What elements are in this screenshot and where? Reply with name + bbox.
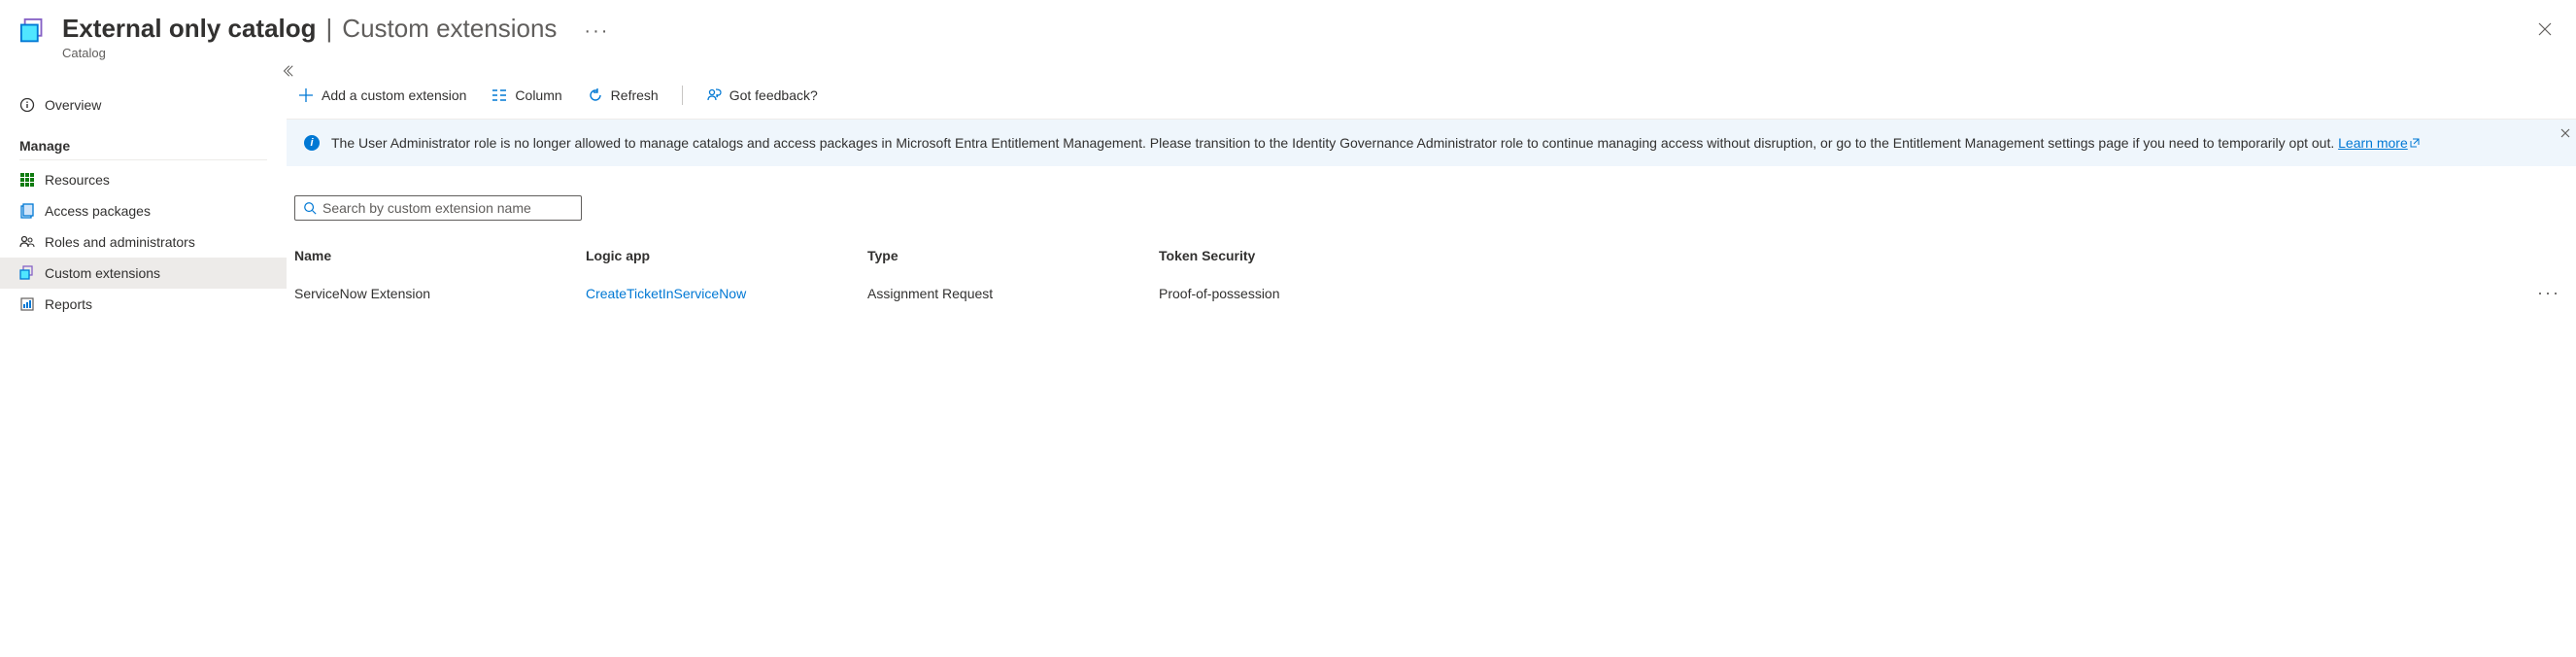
breadcrumb: Catalog [62, 46, 609, 60]
page-header: External only catalog | Custom extension… [0, 0, 2576, 66]
add-extension-button[interactable]: Add a custom extension [294, 84, 470, 107]
extensions-table: Name Logic app Type Token Security Servi… [287, 238, 2576, 313]
feedback-button[interactable]: Got feedback? [702, 84, 822, 107]
sidebar: Overview Manage Resources Access packag [0, 66, 287, 320]
report-icon [19, 296, 35, 312]
close-icon [2537, 24, 2553, 40]
title-separator: | [326, 14, 333, 44]
cell-type: Assignment Request [867, 286, 1159, 301]
table-row: ServiceNow Extension CreateTicketInServi… [294, 273, 2568, 313]
column-button[interactable]: Column [488, 84, 565, 107]
columns-icon [491, 87, 507, 103]
refresh-button[interactable]: Refresh [584, 84, 662, 107]
sidebar-item-label: Reports [45, 296, 92, 312]
more-actions-button[interactable]: ··· [584, 20, 609, 43]
page-title-bold: External only catalog [62, 14, 317, 44]
sidebar-item-label: Custom extensions [45, 265, 160, 281]
sidebar-item-label: Overview [45, 97, 101, 113]
sidebar-item-reports[interactable]: Reports [0, 289, 287, 320]
cell-logic-app-link[interactable]: CreateTicketInServiceNow [586, 286, 867, 301]
button-label: Refresh [611, 87, 659, 103]
toolbar-separator [682, 86, 683, 105]
sidebar-section-manage: Manage [19, 128, 267, 160]
info-icon [19, 97, 35, 113]
button-label: Got feedback? [729, 87, 818, 103]
external-link-icon [2408, 135, 2420, 151]
collapse-sidebar-button[interactable] [281, 64, 294, 81]
banner-text: The User Administrator role is no longer… [331, 133, 2420, 153]
search-box[interactable] [294, 195, 582, 221]
sidebar-item-label: Resources [45, 172, 110, 188]
col-header-name[interactable]: Name [294, 248, 586, 263]
table-header-row: Name Logic app Type Token Security [294, 238, 2568, 273]
sidebar-item-label: Access packages [45, 203, 151, 219]
search-icon [303, 201, 317, 215]
sidebar-item-access-packages[interactable]: Access packages [0, 195, 287, 226]
sidebar-item-resources[interactable]: Resources [0, 164, 287, 195]
sidebar-item-custom-extensions[interactable]: Custom extensions [0, 258, 287, 289]
close-button[interactable] [2533, 17, 2557, 44]
button-label: Column [515, 87, 561, 103]
dismiss-banner-button[interactable] [2560, 125, 2570, 141]
sidebar-item-label: Roles and administrators [45, 234, 195, 250]
main-content: Add a custom extension Column Refresh [287, 66, 2576, 320]
people-icon [19, 234, 35, 250]
search-input[interactable] [322, 200, 573, 216]
learn-more-link[interactable]: Learn more [2338, 135, 2420, 151]
col-header-logic-app[interactable]: Logic app [586, 248, 867, 263]
sidebar-item-overview[interactable]: Overview [0, 89, 287, 121]
grid-icon [19, 172, 35, 188]
row-actions-button[interactable]: ··· [2529, 283, 2568, 303]
catalog-icon [19, 17, 49, 47]
feedback-icon [706, 87, 722, 103]
info-banner: i The User Administrator role is no long… [287, 120, 2576, 166]
col-header-type[interactable]: Type [867, 248, 1159, 263]
col-header-token-security[interactable]: Token Security [1159, 248, 2529, 263]
info-circle-icon: i [304, 135, 320, 151]
button-label: Add a custom extension [322, 87, 466, 103]
sidebar-item-roles[interactable]: Roles and administrators [0, 226, 287, 258]
cell-token-security: Proof-of-possession [1159, 286, 2529, 301]
toolbar: Add a custom extension Column Refresh [287, 78, 2576, 120]
package-icon [19, 203, 35, 219]
cell-name: ServiceNow Extension [294, 286, 586, 301]
plus-icon [298, 87, 314, 103]
page-title-sub: Custom extensions [342, 14, 557, 44]
refresh-icon [588, 87, 603, 103]
extension-icon [19, 265, 35, 281]
